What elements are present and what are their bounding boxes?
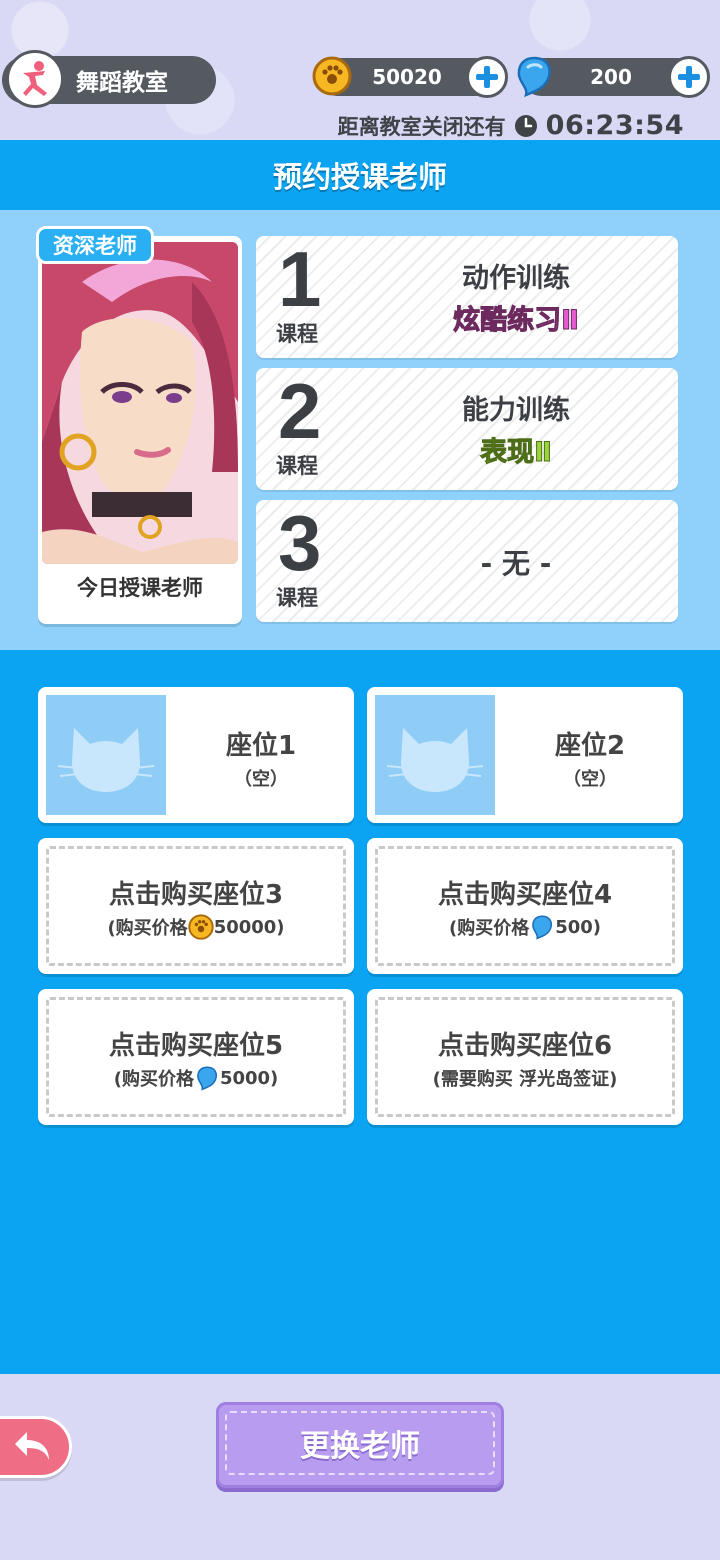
price-prefix: (购买价格 <box>107 918 188 939</box>
price-prefix: (购买价格 <box>113 1069 194 1090</box>
course-tag: 课程 <box>276 586 318 610</box>
price-value: 5000) <box>219 1067 279 1089</box>
price-value: 50000) <box>213 916 285 938</box>
buy-seat-5-button[interactable]: 点击购买座位5 (购买价格 5000) <box>38 989 354 1125</box>
buy-seat-4-button[interactable]: 点击购买座位4 (购买价格 500) <box>367 838 683 974</box>
requirement-text: (需要购买 浮光岛签证) <box>432 1069 618 1090</box>
course-subject: 炫酷练习Ⅱ <box>453 305 580 337</box>
course-card-3[interactable]: 3 课程 - 无 - <box>256 500 678 622</box>
coin-icon <box>188 914 214 940</box>
buy-seat-price: (购买价格 500) <box>367 914 683 940</box>
teacher-card[interactable] <box>38 236 242 624</box>
classroom-title: 舞蹈教室 <box>76 70 168 96</box>
buy-seat-price: (购买价格 5000) <box>38 1065 354 1091</box>
countdown-time: 06:23:54 <box>545 110 684 141</box>
change-teacher-button[interactable]: 更换老师 <box>216 1402 504 1488</box>
buy-seat-price: (购买价格 50000) <box>38 914 354 940</box>
back-button[interactable] <box>0 1416 72 1478</box>
countdown-label: 距离教室关闭还有 <box>337 114 506 139</box>
buy-seat-title: 点击购买座位4 <box>437 880 613 910</box>
seat-name: 座位2 <box>554 731 626 761</box>
plus-icon <box>678 66 700 88</box>
gem-icon <box>529 914 555 940</box>
course-tag: 课程 <box>276 322 318 346</box>
teacher-portrait <box>42 242 238 564</box>
course-card-2[interactable]: 2 课程 能力训练 表现Ⅱ <box>256 368 678 490</box>
plus-icon <box>476 66 498 88</box>
buy-seat-title: 点击购买座位5 <box>108 1031 284 1061</box>
senior-teacher-badge: 资深老师 <box>36 226 154 264</box>
seat-1[interactable]: 座位1 （空） <box>38 687 354 823</box>
add-coins-button[interactable] <box>466 56 508 98</box>
course-card-1[interactable]: 1 课程 动作训练 炫酷练习Ⅱ <box>256 236 678 358</box>
seat-name: 座位1 <box>225 731 297 761</box>
gem-icon <box>514 56 554 97</box>
cat-placeholder-icon <box>375 695 495 815</box>
price-prefix: (购买价格 <box>448 918 530 939</box>
closing-countdown: 距离教室关闭还有 06:23:54 <box>338 110 684 141</box>
classroom-title-pill: 舞蹈教室 <box>2 50 216 108</box>
back-arrow-icon <box>15 1432 49 1460</box>
seat-2[interactable]: 座位2 （空） <box>367 687 683 823</box>
buy-seat-title: 点击购买座位6 <box>437 1031 613 1061</box>
cat-placeholder-icon <box>46 695 166 815</box>
buy-seat-requirement: (需要购买 浮光岛签证) <box>367 1065 683 1091</box>
course-number: 3 <box>278 499 322 587</box>
course-number: 1 <box>278 235 322 323</box>
today-teacher-caption: 今日授课老师 <box>77 576 203 600</box>
seat-state: （空） <box>234 769 288 790</box>
buy-seat-3-button[interactable]: 点击购买座位3 (购买价格 50000) <box>38 838 354 974</box>
course-number: 2 <box>278 367 322 455</box>
seat-state: （空） <box>563 769 617 790</box>
buy-seat-title: 点击购买座位3 <box>108 880 284 910</box>
add-gems-button[interactable] <box>668 56 710 98</box>
course-tag: 课程 <box>276 454 318 478</box>
gem-icon <box>194 1065 220 1091</box>
change-teacher-label: 更换老师 <box>225 1411 495 1475</box>
course-subject: 表现Ⅱ <box>480 437 553 469</box>
course-name: 动作训练 <box>462 263 570 294</box>
panel-header: 预约授课老师 <box>0 140 720 210</box>
coin-amount: 50020 <box>372 65 442 89</box>
course-name: 能力训练 <box>462 395 570 426</box>
panel-title: 预约授课老师 <box>272 160 447 194</box>
buy-seat-6-button[interactable]: 点击购买座位6 (需要购买 浮光岛签证) <box>367 989 683 1125</box>
gem-amount: 200 <box>590 65 632 89</box>
coin-icon <box>312 56 352 96</box>
price-value: 500) <box>555 916 602 938</box>
course-empty: - 无 - <box>480 547 552 580</box>
dancer-icon <box>6 50 64 108</box>
clock-icon <box>514 114 537 137</box>
